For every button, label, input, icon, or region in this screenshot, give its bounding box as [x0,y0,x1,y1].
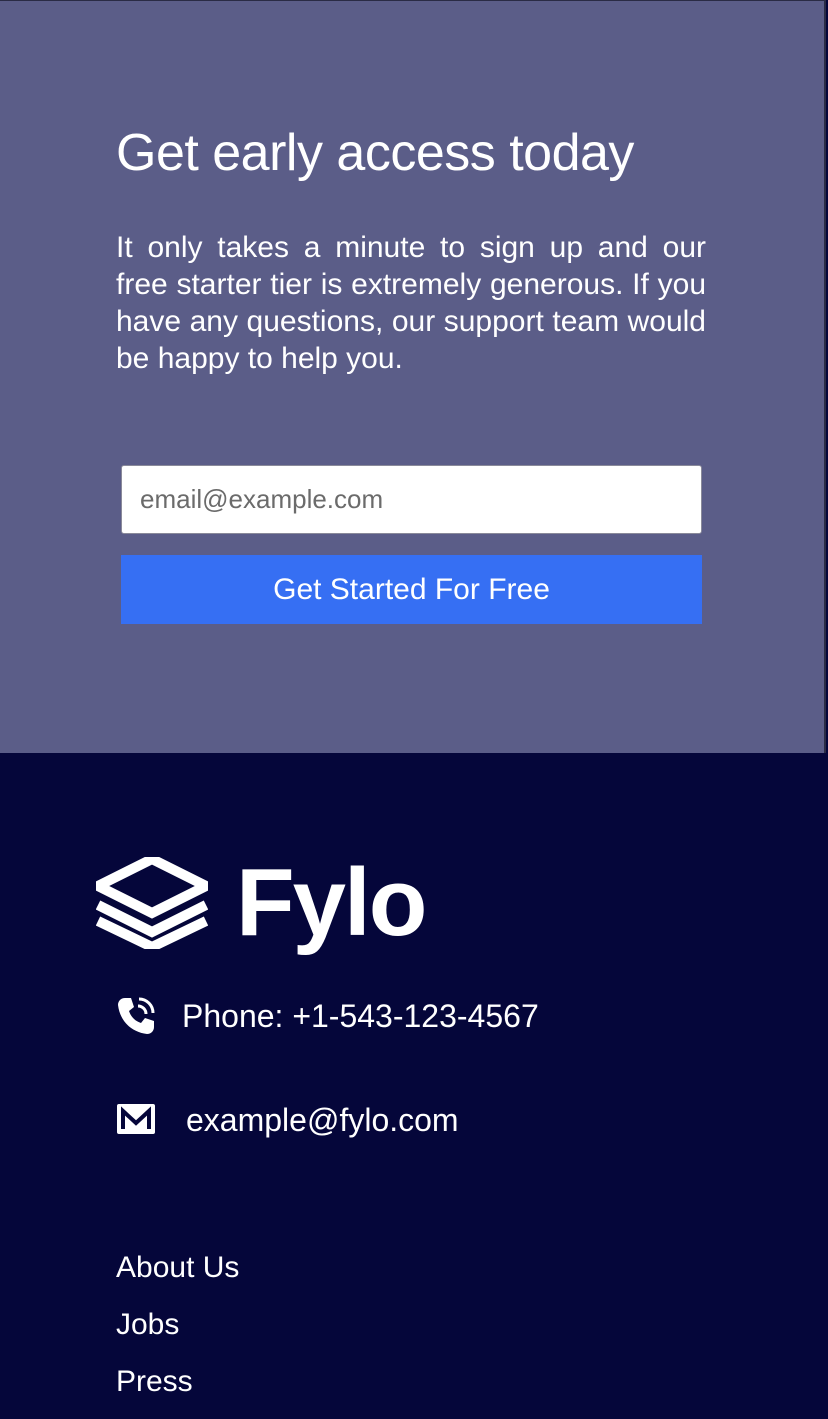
fylo-logo[interactable]: Fylo [96,849,427,956]
contact-email: example@fylo.com [116,1100,459,1140]
phone-icon [118,997,155,1034]
footer-link-press[interactable]: Press [116,1362,239,1419]
mail-icon [117,1104,155,1134]
logo-text: Fylo [236,849,427,956]
contact-phone: Phone: +1-543-123-4567 [116,996,539,1036]
section-description: It only takes a minute to sign up and ou… [116,231,706,375]
email-input[interactable] [121,465,702,534]
early-access-section: Get early access today It only takes a m… [0,0,826,753]
phone-text: Phone: +1-543-123-4567 [182,997,539,1034]
footer-links: About Us Jobs Press [116,1248,239,1419]
email-link[interactable]: example@fylo.com [186,1102,459,1139]
get-started-button[interactable]: Get Started For Free [121,555,702,624]
layers-icon [96,857,208,949]
footer-link-about[interactable]: About Us [116,1248,239,1305]
footer-link-jobs[interactable]: Jobs [116,1305,239,1362]
section-title: Get early access today [116,124,634,182]
